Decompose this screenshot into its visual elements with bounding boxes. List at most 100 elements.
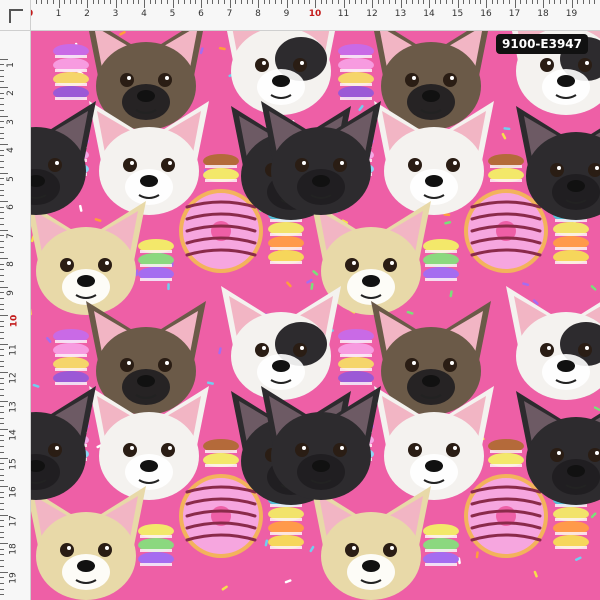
macaron-filling: [55, 83, 87, 86]
ruler-minor-tick: [297, 0, 299, 4]
macaron-filling: [425, 563, 457, 566]
ruler-minor-tick: [394, 0, 396, 4]
ruler-minor-tick: [0, 195, 4, 197]
macaron-filling: [205, 179, 237, 182]
ruler-minor-tick: [121, 0, 123, 4]
ruler-minor-tick: [195, 0, 197, 4]
ruler-minor-tick: [246, 0, 248, 4]
ruler-minor-tick: [178, 0, 180, 4]
ruler-minor-tick: [0, 582, 4, 584]
ruler-number: 5: [169, 9, 176, 19]
ruler-tick: [514, 0, 516, 8]
ruler-minor-tick: [235, 0, 237, 4]
french-bulldog-head: [31, 486, 146, 600]
eye: [446, 443, 460, 457]
ruler-minor-tick: [0, 223, 4, 225]
ruler-minor-tick: [0, 377, 4, 379]
ruler-minor-tick: [434, 0, 436, 4]
macaron-filling: [490, 179, 522, 182]
macaron-filling: [205, 450, 237, 453]
ruler-minor-tick: [263, 0, 265, 4]
ruler-number: 9: [283, 9, 290, 19]
ruler-tick: [0, 429, 8, 430]
ruler-number: 8: [5, 261, 16, 267]
eye: [123, 158, 137, 172]
eye-shine: [415, 446, 419, 450]
ruler-tick: [0, 514, 8, 516]
sprinkle: [590, 285, 597, 291]
eye: [295, 443, 309, 457]
ruler-minor-tick: [0, 451, 4, 453]
ruler-minor-tick: [360, 0, 362, 4]
eye-shine: [105, 546, 109, 550]
ruler-minor-tick: [0, 280, 4, 282]
ruler-minor-tick: [0, 411, 4, 413]
ruler-tick: [571, 0, 573, 8]
ruler-minor-tick: [0, 577, 4, 579]
ruler-tick: [0, 258, 8, 259]
sprinkle: [406, 310, 414, 315]
eye-shine: [390, 261, 394, 265]
eye-shine: [67, 261, 71, 265]
eye-shine: [55, 161, 59, 165]
macaron-filling: [340, 97, 372, 100]
ruler-minor-tick: [349, 0, 351, 4]
ruler-minor-tick: [497, 0, 499, 4]
sprinkle: [284, 579, 292, 584]
ruler-corner: [0, 0, 31, 31]
nose: [140, 460, 158, 472]
ruler-minor-tick: [0, 235, 4, 237]
ruler-minor-tick: [0, 69, 4, 71]
eye: [333, 443, 347, 457]
ruler-minor-tick: [292, 0, 294, 4]
ruler-number: 8: [255, 9, 261, 19]
ruler-tick: [543, 0, 544, 8]
ruler-tick: [58, 0, 60, 8]
ruler-tick: [0, 144, 8, 145]
ruler-minor-tick: [0, 98, 4, 100]
ruler-minor-tick: [588, 0, 590, 4]
eye: [405, 358, 419, 372]
ruler-minor-tick: [0, 178, 4, 180]
ruler-minor-tick: [0, 155, 4, 157]
ruler-minor-tick: [0, 161, 4, 163]
ruler-minor-tick: [0, 554, 4, 556]
macaron-filling: [425, 250, 457, 253]
macaron-filling: [140, 264, 172, 267]
ruler-minor-tick: [0, 92, 4, 94]
ruler-minor-tick: [0, 508, 4, 510]
nose: [362, 560, 380, 572]
eye: [120, 73, 134, 87]
pattern-illustration: [31, 31, 600, 600]
eye-shine: [557, 451, 561, 455]
eye-shine: [412, 76, 416, 80]
eye: [293, 343, 307, 357]
ruler-number: 4: [141, 9, 147, 19]
sprinkle: [206, 381, 214, 385]
ruler-minor-tick: [166, 0, 168, 4]
ruler-number: 7: [5, 232, 16, 239]
ruler-minor-tick: [0, 360, 4, 362]
eye: [443, 358, 457, 372]
eye-shine: [585, 346, 589, 350]
macaron-filling: [140, 563, 172, 566]
nose: [567, 465, 585, 477]
macaron-filling: [555, 247, 587, 250]
sprinkle: [31, 308, 32, 316]
eye-shine: [585, 61, 589, 65]
eye: [443, 73, 457, 87]
ruler-minor-tick: [0, 383, 4, 385]
eye: [161, 158, 175, 172]
ruler-minor-tick: [0, 503, 4, 505]
ruler-minor-tick: [0, 417, 4, 419]
ruler-minor-tick: [98, 0, 100, 4]
ruler-tick: [486, 0, 487, 8]
eye: [98, 543, 112, 557]
nose: [567, 180, 585, 192]
macaron-filling: [55, 97, 87, 100]
ruler-minor-tick: [189, 0, 191, 4]
ruler-minor-tick: [69, 0, 71, 4]
ruler-number: 4: [5, 147, 16, 153]
ruler-minor-tick: [446, 0, 448, 4]
ruler-minor-tick: [463, 0, 465, 4]
